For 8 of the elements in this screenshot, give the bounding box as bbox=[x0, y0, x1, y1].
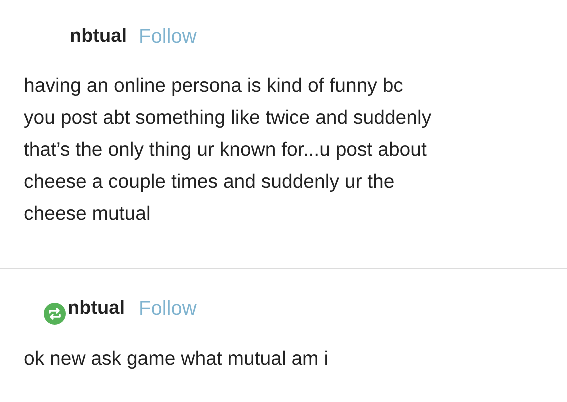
post-text-line: having an online persona is kind of funny bc bbox=[24, 74, 404, 99]
post-text-line: cheese a couple times and suddenly ur the bbox=[24, 170, 395, 195]
post-text-line: that’s the only thing ur known for...u post about bbox=[24, 138, 427, 163]
post-text-line: cheese mutual bbox=[24, 202, 151, 227]
username[interactable]: nbtual bbox=[70, 22, 127, 52]
username[interactable]: nbtual bbox=[68, 294, 125, 324]
post-text-line: ok new ask game what mutual am i bbox=[24, 347, 329, 372]
post-text-line: you post abt something like twice and suddenly bbox=[24, 106, 432, 131]
